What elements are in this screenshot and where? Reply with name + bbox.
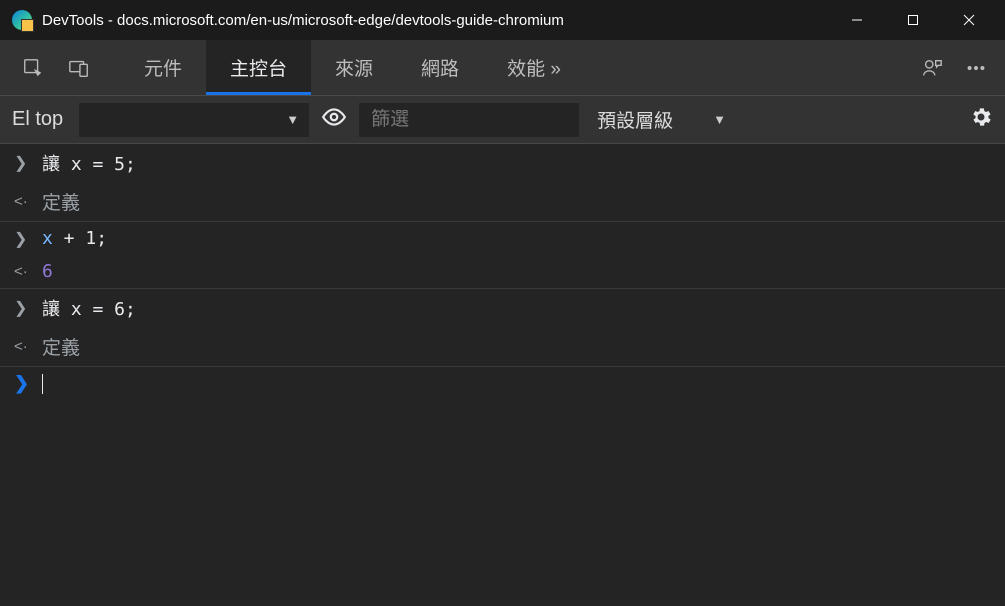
window-minimize-button[interactable] (829, 0, 885, 40)
text-cursor (42, 374, 43, 394)
window-title: DevTools - docs.microsoft.com/en-us/micr… (42, 12, 829, 29)
context-label: El top (12, 108, 63, 131)
console-output-row: <· 定義 (0, 327, 1005, 367)
output-marker-icon: <· (14, 193, 30, 210)
context-select[interactable]: ▼ (79, 103, 309, 137)
token-rest: + 1; (53, 228, 107, 249)
device-toolbar-icon[interactable] (62, 51, 96, 85)
tab-sources[interactable]: 來源 (311, 40, 397, 95)
tab-network-label: 網路 (421, 54, 459, 81)
console-output-text: 定義 (42, 333, 80, 360)
input-marker-icon: ❯ (14, 298, 30, 318)
output-marker-icon: <· (14, 263, 30, 280)
devtools-tabbar: 元件 主控台 來源 網路 效能 » (0, 40, 1005, 96)
app-icon (12, 10, 32, 30)
console-output-row: <· 定義 (0, 182, 1005, 222)
console-input-text: 讓 x = 6; (42, 295, 136, 321)
token-variable: x (42, 228, 53, 249)
chevron-down-icon: ▼ (286, 112, 299, 127)
log-level-label: 預設層級 (597, 106, 673, 133)
prompt-marker-icon: ❯ (14, 373, 30, 394)
inspect-element-icon[interactable] (16, 51, 50, 85)
console-prompt-row[interactable]: ❯ (0, 367, 1005, 400)
live-expression-icon[interactable] (321, 104, 347, 135)
console-output-row: <· 6 (0, 255, 1005, 289)
console-input-text: 讓 x = 5; (42, 150, 136, 176)
tab-performance-more[interactable]: 效能 » (483, 40, 585, 95)
window-titlebar: DevTools - docs.microsoft.com/en-us/micr… (0, 0, 1005, 40)
feedback-icon[interactable] (913, 49, 951, 87)
tab-network[interactable]: 網路 (397, 40, 483, 95)
console-controlbar: El top ▼ 預設層級 ▼ (0, 96, 1005, 144)
output-marker-icon: <· (14, 338, 30, 355)
tab-elements-label: 元件 (144, 54, 182, 81)
filter-input[interactable] (359, 103, 579, 137)
console-output-text: 定義 (42, 188, 80, 215)
input-marker-icon: ❯ (14, 229, 30, 249)
console-settings-icon[interactable] (969, 105, 993, 134)
input-marker-icon: ❯ (14, 153, 30, 173)
window-close-button[interactable] (941, 0, 997, 40)
tab-elements[interactable]: 元件 (120, 40, 206, 95)
console-output-text: 6 (42, 261, 53, 282)
console-input-row: ❯ 讓 x = 5; (0, 144, 1005, 182)
window-maximize-button[interactable] (885, 0, 941, 40)
console-input-row: ❯ 讓 x = 6; (0, 289, 1005, 327)
tab-sources-label: 來源 (335, 54, 373, 81)
tab-performance-label: 效能 » (507, 54, 561, 81)
tab-console-label: 主控台 (230, 54, 287, 81)
tab-console[interactable]: 主控台 (206, 40, 311, 95)
console-output: ❯ 讓 x = 5; <· 定義 ❯ x + 1; <· 6 ❯ 讓 x = 6… (0, 144, 1005, 606)
chevron-down-icon: ▼ (713, 112, 726, 127)
console-input-row: ❯ x + 1; (0, 222, 1005, 255)
more-options-icon[interactable] (957, 49, 995, 87)
log-level-select[interactable]: 預設層級 ▼ (591, 106, 732, 133)
console-input-text: x + 1; (42, 228, 107, 249)
